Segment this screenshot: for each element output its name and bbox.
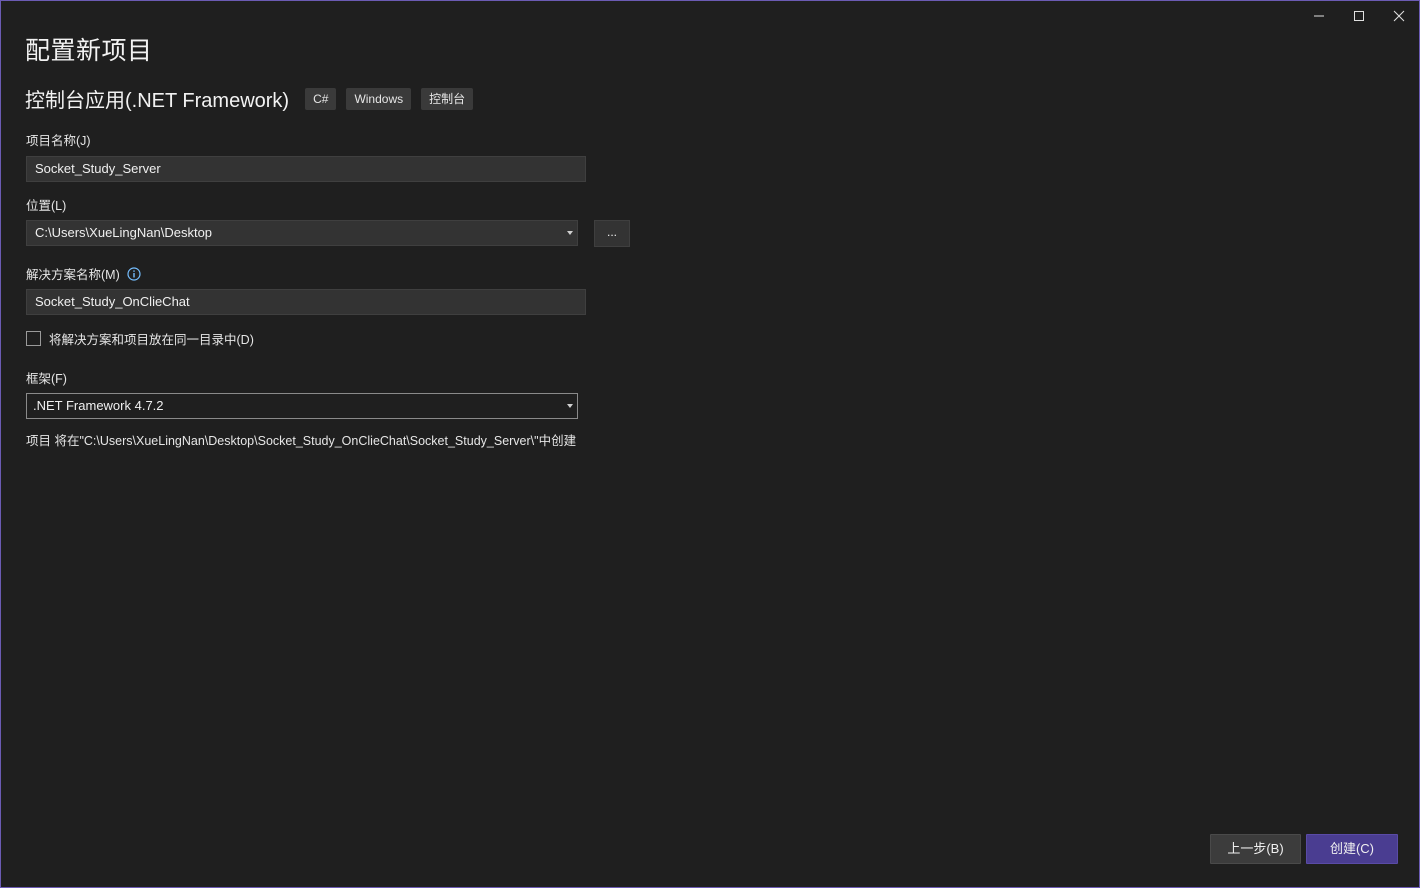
- maximize-button[interactable]: [1339, 1, 1379, 31]
- solution-name-input[interactable]: [26, 289, 586, 315]
- project-name-label: 项目名称(J): [26, 134, 91, 148]
- location-label: 位置(L): [26, 199, 67, 213]
- same-directory-checkbox[interactable]: [26, 331, 41, 346]
- framework-value: .NET Framework 4.7.2: [33, 398, 164, 413]
- close-button[interactable]: [1379, 1, 1419, 31]
- dialog-window: 配置新项目 控制台应用(.NET Framework) C# Windows 控…: [0, 0, 1420, 888]
- maximize-icon: [1354, 11, 1364, 21]
- location-value: C:\Users\XueLingNan\Desktop: [35, 225, 213, 240]
- chevron-down-icon: [567, 231, 573, 235]
- same-directory-option: 将解决方案和项目放在同一目录中(D): [26, 329, 254, 348]
- framework-label: 框架(F): [26, 372, 67, 386]
- same-directory-label: 将解决方案和项目放在同一目录中(D): [49, 333, 254, 347]
- tag-project-type: 控制台: [421, 87, 474, 110]
- solution-name-label: 解决方案名称(M): [26, 268, 120, 282]
- project-name-input[interactable]: [26, 156, 586, 182]
- info-icon[interactable]: [127, 266, 141, 281]
- back-button[interactable]: 上一步(B): [1210, 834, 1301, 864]
- page-title: 配置新项目: [25, 37, 153, 65]
- solution-name-label-row: 解决方案名称(M): [26, 264, 141, 283]
- browse-location-button[interactable]: ...: [594, 220, 630, 247]
- tag-language: C#: [305, 87, 337, 110]
- template-name: 控制台应用(.NET Framework): [25, 90, 290, 112]
- close-icon: [1393, 10, 1405, 22]
- template-header: 控制台应用(.NET Framework) C# Windows 控制台: [25, 84, 483, 113]
- minimize-icon: [1314, 15, 1324, 17]
- create-button[interactable]: 创建(C): [1306, 834, 1398, 864]
- chevron-down-icon: [567, 404, 573, 408]
- create-location-summary: 项目 将在"C:\Users\XueLingNan\Desktop\Socket…: [26, 434, 577, 448]
- location-combobox[interactable]: C:\Users\XueLingNan\Desktop: [26, 220, 578, 246]
- window-controls: [1299, 1, 1419, 31]
- minimize-button[interactable]: [1299, 1, 1339, 31]
- tag-platform: Windows: [346, 87, 412, 110]
- framework-dropdown[interactable]: .NET Framework 4.7.2: [26, 393, 578, 419]
